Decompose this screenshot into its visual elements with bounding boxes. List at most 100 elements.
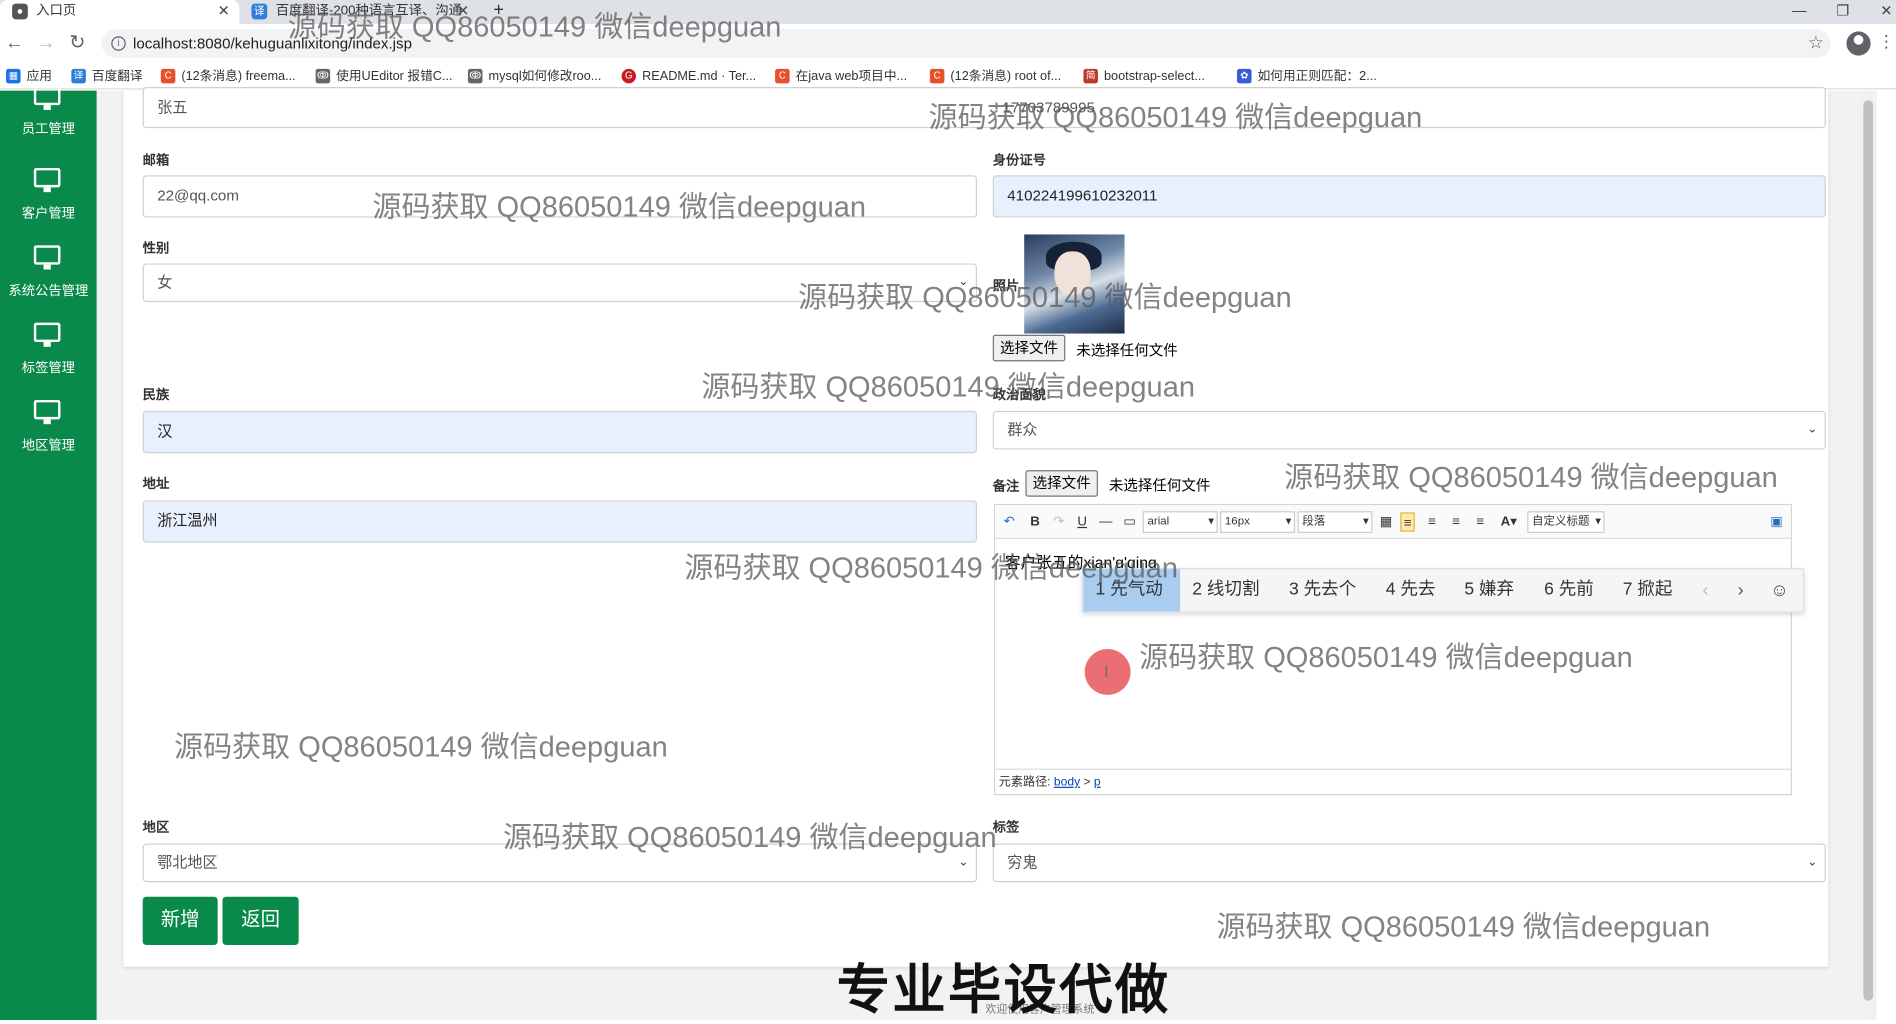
fullscreen-icon[interactable]: ▣ bbox=[1770, 512, 1783, 531]
horizontal-rule-icon[interactable]: — bbox=[1099, 512, 1112, 531]
profile-avatar[interactable] bbox=[1846, 31, 1871, 56]
restore-icon[interactable]: ❐ bbox=[1819, 0, 1867, 24]
gender-label: 性别 bbox=[142, 241, 170, 257]
bookmark-star-icon[interactable]: ☆ bbox=[1808, 31, 1824, 54]
paw-icon: ✿ bbox=[1237, 68, 1252, 84]
ime-candidate[interactable]: 1 先气动 bbox=[1083, 569, 1181, 612]
close-tab-icon[interactable]: ✕ bbox=[457, 0, 469, 22]
sidebar-item-staff[interactable]: 员工管理 bbox=[0, 83, 97, 156]
paragraph-select[interactable]: 段落 ▾ bbox=[1297, 511, 1373, 533]
element-path-body[interactable]: body bbox=[1054, 776, 1080, 789]
bookmark-item[interactable]: 译百度翻译 bbox=[71, 68, 143, 85]
bookmark-label: README.md · Ter... bbox=[642, 68, 757, 84]
element-path-p[interactable]: p bbox=[1094, 776, 1101, 789]
scrollbar-thumb[interactable] bbox=[1863, 100, 1874, 1001]
back-icon[interactable]: ← bbox=[2, 31, 26, 55]
custom-heading-select[interactable]: 自定义标题 ▾ bbox=[1527, 511, 1605, 533]
remark-label: 备注 bbox=[992, 479, 1020, 495]
nation-field[interactable]: 汉 bbox=[142, 410, 978, 454]
new-tab-button[interactable]: + bbox=[486, 0, 515, 24]
back-button[interactable]: 返回 bbox=[222, 896, 299, 946]
political-select[interactable]: 群众 ⌄ bbox=[992, 410, 1826, 450]
minimize-icon[interactable]: — bbox=[1775, 0, 1823, 24]
ime-candidate[interactable]: 4 先去 bbox=[1386, 569, 1436, 611]
apps-grid-icon: ▦ bbox=[6, 68, 21, 84]
sidebar-item-regions[interactable]: 地区管理 bbox=[0, 393, 97, 466]
bookmark-item[interactable]: ↂ mysql如何修改roo... bbox=[467, 68, 602, 85]
address-bar-row: ← → ↻ i localhost:8080/kehuguanlixitong/… bbox=[0, 24, 1896, 63]
bold-icon[interactable]: B bbox=[1030, 512, 1040, 531]
bookmark-apps[interactable]: ▦ 应用 bbox=[6, 68, 52, 85]
bookmark-item[interactable]: C (12条消息) freema... bbox=[160, 68, 296, 85]
tag-value: 穷鬼 bbox=[1007, 854, 1038, 872]
ime-candidate[interactable]: 3 先去个 bbox=[1289, 569, 1356, 611]
ime-candidate[interactable]: 6 先前 bbox=[1544, 569, 1594, 611]
gender-select[interactable]: 女 ⌄ bbox=[142, 263, 978, 303]
ime-candidate[interactable]: 7 掀起 bbox=[1623, 569, 1673, 611]
monitor-icon bbox=[33, 322, 61, 347]
emoji-icon[interactable]: ☺ bbox=[1770, 569, 1789, 611]
editor-toolbar: ↶ B ↷ U — ▭ arial ▾ 16px ▾ 段落 ▾ ▦ ≡ ≡ ≡ ≡ A… bbox=[995, 505, 1791, 539]
align-justify-icon[interactable]: ≡ bbox=[1476, 512, 1484, 531]
ime-candidate[interactable]: 2 线切割 bbox=[1192, 569, 1259, 611]
undo-icon[interactable]: ↶ bbox=[1004, 512, 1015, 531]
tab-baidu[interactable]: 译 百度翻译-200种语言互译、沟通 ✕ bbox=[239, 0, 478, 24]
photo-face bbox=[1054, 251, 1091, 295]
sidebar-item-announcements[interactable]: 系统公告管理 bbox=[0, 238, 97, 311]
idcard-label: 身份证号 bbox=[992, 153, 1046, 168]
close-tab-icon[interactable]: ✕ bbox=[218, 0, 230, 22]
table-icon[interactable]: ▦ bbox=[1380, 512, 1393, 531]
chevron-down-icon: ▾ bbox=[1363, 514, 1369, 529]
align-center-icon[interactable]: ≡ bbox=[1452, 512, 1460, 531]
underline-icon[interactable]: U bbox=[1077, 512, 1087, 531]
region-select[interactable]: 鄂北地区 ⌄ bbox=[142, 843, 978, 883]
chevron-down-icon: ⌄ bbox=[1807, 422, 1818, 437]
bookmark-item[interactable]: G README.md · Ter... bbox=[621, 68, 757, 85]
photo-file-button[interactable]: 选择文件 bbox=[992, 334, 1066, 362]
align-left-icon[interactable]: ≡ bbox=[1400, 512, 1416, 532]
align-right-icon[interactable]: ≡ bbox=[1428, 512, 1436, 531]
ime-candidate[interactable]: 5 嫌弃 bbox=[1464, 569, 1514, 611]
page-icon[interactable]: ▭ bbox=[1123, 512, 1136, 531]
sidebar-item-customers[interactable]: 客户管理 bbox=[0, 161, 97, 234]
idcard-field[interactable]: 410224199610232011 bbox=[992, 175, 1826, 218]
email-field[interactable]: 22@qq.com bbox=[142, 175, 978, 218]
ime-prev-icon[interactable]: ‹ bbox=[1703, 569, 1709, 611]
menu-icon[interactable]: ⋮ bbox=[1878, 31, 1895, 52]
sidebar-item-label: 标签管理 bbox=[21, 361, 75, 376]
close-window-icon[interactable]: ✕ bbox=[1862, 0, 1896, 24]
bookmark-item[interactable]: ↂ 使用UEditor 报错C... bbox=[315, 68, 453, 85]
tab-index[interactable]: ● 入口页 ✕ bbox=[0, 0, 240, 25]
font-color-icon[interactable]: A▾ bbox=[1501, 512, 1517, 531]
ime-next-icon[interactable]: › bbox=[1738, 569, 1744, 611]
forward-icon[interactable]: → bbox=[34, 31, 58, 55]
add-button[interactable]: 新增 bbox=[142, 896, 218, 946]
ime-candidate-window: 1 先气动 2 线切割 3 先去个 4 先去 5 嫌弃 6 先前 7 掀起 ‹ … bbox=[1082, 567, 1805, 613]
reload-icon[interactable]: ↻ bbox=[65, 31, 89, 55]
font-size-select[interactable]: 16px ▾ bbox=[1220, 511, 1296, 533]
bookmark-label: bootstrap-select... bbox=[1103, 68, 1205, 84]
bookmark-label: mysql如何修改roo... bbox=[488, 68, 602, 84]
remark-file-button[interactable]: 选择文件 bbox=[1025, 470, 1098, 497]
bookmark-label: 在java web项目中... bbox=[795, 68, 908, 84]
bookmark-item[interactable]: C (12条消息) root of... bbox=[929, 68, 1061, 85]
tag-select[interactable]: 穷鬼 ⌄ bbox=[992, 843, 1826, 883]
csdn-icon: C bbox=[929, 68, 945, 84]
bookmark-item[interactable]: 简 bootstrap-select... bbox=[1083, 68, 1205, 85]
bookmark-item[interactable]: ✿ 如何用正则匹配：2... bbox=[1237, 68, 1377, 85]
bookmark-item[interactable]: C 在java web项目中... bbox=[775, 68, 907, 85]
name-value: 张五 bbox=[157, 99, 188, 117]
address-field[interactable]: 浙江温州 bbox=[142, 500, 978, 543]
url-text: localhost:8080/kehuguanlixitong/index.js… bbox=[133, 35, 413, 52]
sidebar-item-tags[interactable]: 标签管理 bbox=[0, 315, 97, 388]
url-input[interactable]: i localhost:8080/kehuguanlixitong/index.… bbox=[101, 29, 1831, 59]
redo-icon[interactable]: ↷ bbox=[1053, 512, 1064, 531]
monitor-icon bbox=[33, 400, 61, 425]
overlay-banner: 专业毕设代做 bbox=[836, 959, 1171, 1022]
tag-label: 标签 bbox=[992, 820, 1020, 836]
font-family-select[interactable]: arial ▾ bbox=[1142, 511, 1218, 533]
bookmark-label: 使用UEditor 报错C... bbox=[336, 68, 453, 84]
page-scrollbar[interactable] bbox=[1859, 90, 1877, 1020]
tab-strip: ● 入口页 ✕ 译 百度翻译-200种语言互译、沟通 ✕ + — ❐ ✕ bbox=[0, 0, 1896, 25]
name-phone-field[interactable]: 张五 17703789995 bbox=[142, 87, 1826, 129]
